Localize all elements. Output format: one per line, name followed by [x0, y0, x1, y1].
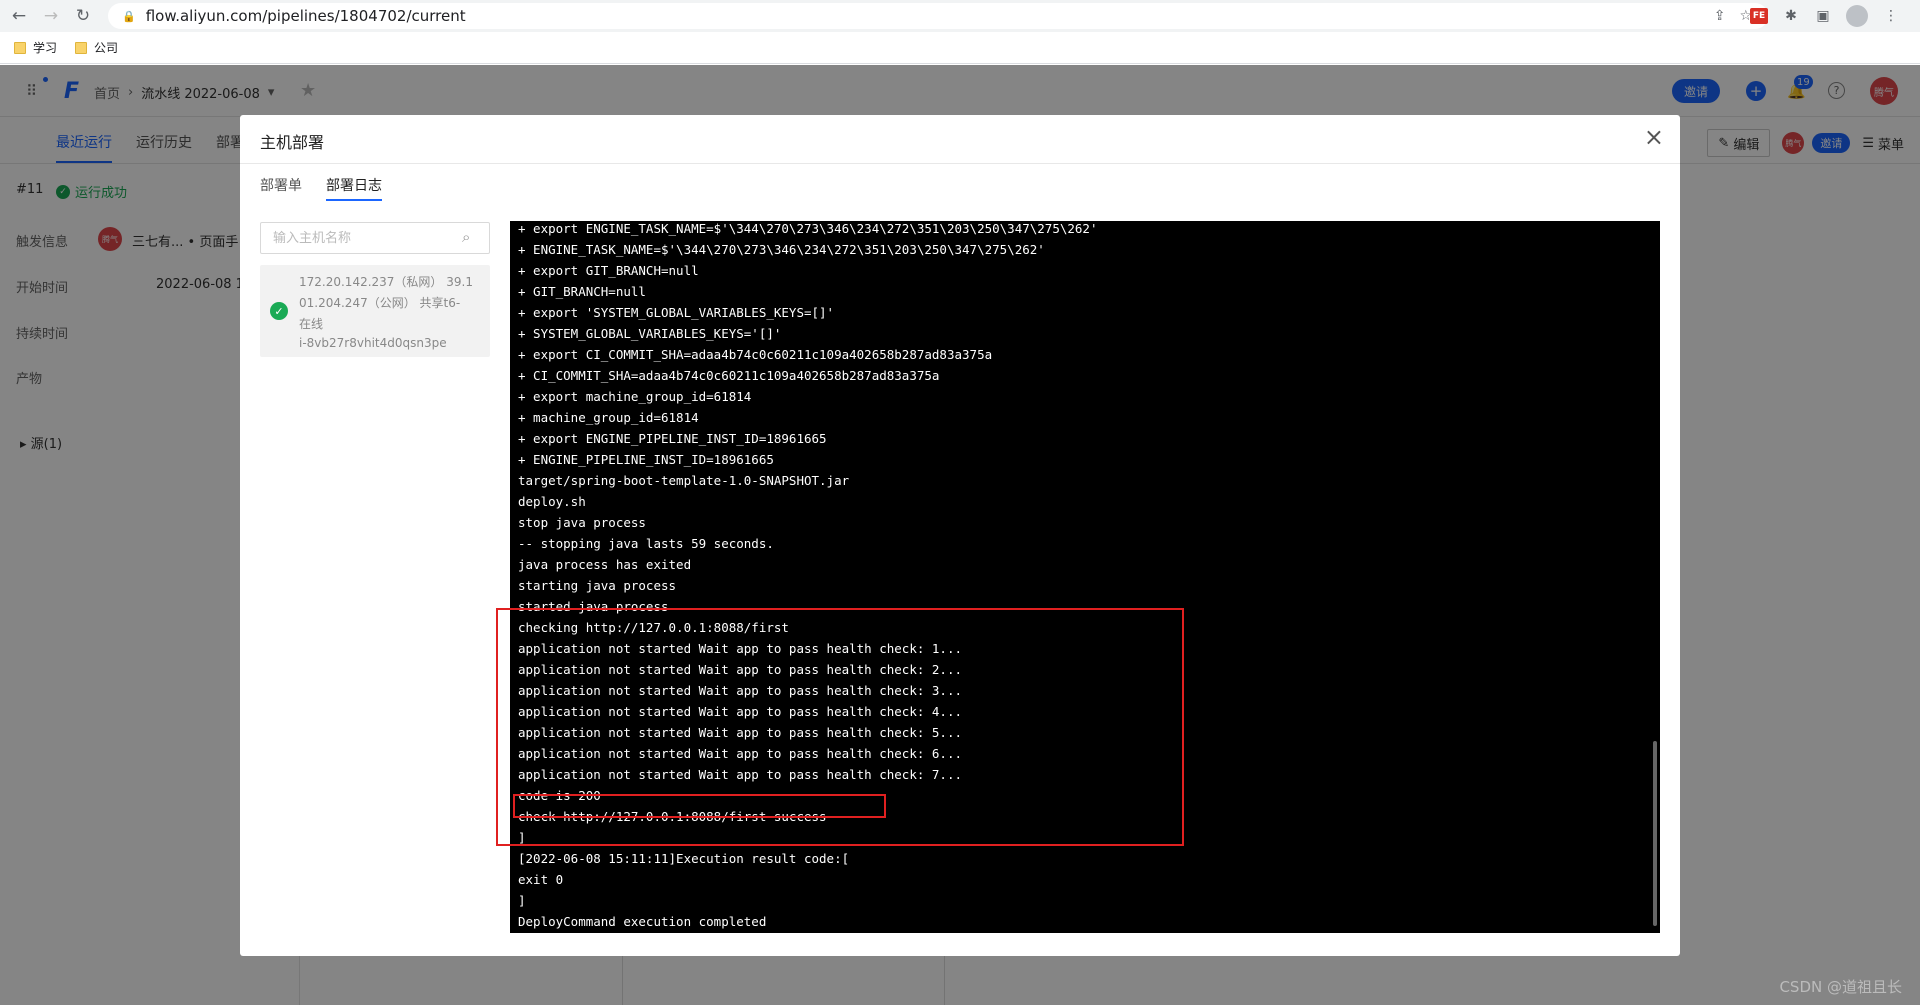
log-line: code is 200	[518, 788, 601, 803]
more-menu-icon[interactable]: ⋮	[1882, 7, 1900, 25]
host-status: 在线	[299, 317, 324, 331]
search-icon[interactable]: ⌕	[462, 228, 470, 246]
log-line: application not started Wait app to pass…	[518, 683, 963, 698]
side-panel-icon[interactable]: ▣	[1814, 7, 1832, 25]
browser-toolbar: ← → ↻ 🔒 flow.aliyun.com/pipelines/180470…	[0, 0, 1920, 32]
log-line: + SYSTEM_GLOBAL_VARIABLES_KEYS='[]'	[518, 326, 782, 341]
log-line: + ENGINE_PIPELINE_INST_ID=18961665	[518, 452, 774, 467]
log-line: application not started Wait app to pass…	[518, 725, 963, 740]
tab-deploy-log[interactable]: 部署日志	[326, 175, 382, 195]
log-line: + ENGINE_TASK_NAME=$'\344\270\273\346\23…	[518, 242, 1045, 257]
folder-icon	[14, 41, 26, 54]
watermark: CSDN @道祖且长	[1779, 978, 1902, 996]
folder-icon	[75, 41, 88, 54]
log-line: exit 0	[518, 872, 564, 887]
url-text[interactable]: flow.aliyun.com/pipelines/1804702/curren…	[146, 7, 466, 25]
host-deploy-modal: 主机部署 × 部署单 部署日志 ⌕ ✓ 172.20.142.237（私网） 3…	[240, 115, 1680, 956]
log-line: + machine_group_id=61814	[518, 410, 699, 425]
log-line: + GIT_BRANCH=null	[518, 284, 646, 299]
bookmark-folder[interactable]: 公司	[75, 39, 118, 56]
address-bar[interactable]: 🔒 flow.aliyun.com/pipelines/1804702/curr…	[108, 3, 1768, 29]
host-ip-line: 172.20.142.237（私网） 39.1	[299, 275, 473, 289]
log-line: application not started Wait app to pass…	[518, 704, 963, 719]
log-line: DeployCommand execution completed	[518, 914, 767, 929]
log-line: + CI_COMMIT_SHA=adaa4b74c0c60211c109a402…	[518, 368, 940, 383]
active-tab-indicator	[326, 199, 382, 201]
deploy-log-terminal[interactable]: + export ENGINE_TASK_NAME=$'\344\270\273…	[510, 221, 1660, 933]
host-search-input[interactable]	[260, 222, 490, 254]
host-ip-line: 01.204.247（公网） 共享t6-	[299, 296, 461, 310]
back-arrow-icon[interactable]: ←	[6, 3, 32, 29]
scrollbar[interactable]	[1653, 741, 1657, 926]
log-line: stop java process	[518, 515, 646, 530]
close-icon[interactable]: ×	[1644, 123, 1664, 151]
log-line: ]	[518, 830, 526, 845]
puzzle-extensions-icon[interactable]: ✱	[1782, 7, 1800, 25]
log-line: ]	[518, 893, 526, 908]
log-line: + export ENGINE_PIPELINE_INST_ID=1896166…	[518, 431, 827, 446]
log-line: [2022-06-08 15:11:11]Execution result co…	[518, 851, 850, 866]
host-item[interactable]: ✓ 172.20.142.237（私网） 39.1 01.204.247（公网）…	[260, 265, 490, 357]
log-line: + export 'SYSTEM_GLOBAL_VARIABLES_KEYS=[…	[518, 305, 835, 320]
log-lines: + export ENGINE_TASK_NAME=$'\344\270\273…	[518, 221, 1097, 932]
lock-icon: 🔒	[122, 9, 136, 23]
tab-deploy-order[interactable]: 部署单	[260, 175, 302, 195]
log-line: application not started Wait app to pass…	[518, 662, 963, 677]
log-line: application not started Wait app to pass…	[518, 641, 963, 656]
log-line: starting java process	[518, 578, 677, 593]
log-line: checking http://127.0.0.1:8088/first	[518, 620, 789, 635]
log-line: started java process	[518, 599, 669, 614]
log-line: -- stopping java lasts 59 seconds.	[518, 536, 774, 551]
profile-avatar[interactable]	[1846, 5, 1868, 27]
log-line: application not started Wait app to pass…	[518, 767, 963, 782]
forward-arrow-icon[interactable]: →	[38, 3, 64, 29]
log-line: + export GIT_BRANCH=null	[518, 263, 699, 278]
log-line: check http://127.0.0.1:8088/first succes…	[518, 809, 827, 824]
log-line: target/spring-boot-template-1.0-SNAPSHOT…	[518, 473, 850, 488]
log-line: deploy.sh	[518, 494, 586, 509]
share-icon[interactable]: ⇪	[1714, 8, 1726, 24]
log-line: + export CI_COMMIT_SHA=adaa4b74c0c60211c…	[518, 347, 993, 362]
log-line: + export ENGINE_TASK_NAME=$'\344\270\273…	[518, 221, 1098, 236]
log-line: java process has exited	[518, 557, 692, 572]
bookmark-folder[interactable]: 学习	[14, 39, 57, 56]
log-line: application not started Wait app to pass…	[518, 746, 963, 761]
bookmarks-bar: 学习 公司	[0, 32, 1920, 64]
host-instance-id: i-8vb27r8vhit4d0qsn3pe	[299, 336, 447, 350]
divider	[240, 163, 1680, 164]
reload-icon[interactable]: ↻	[70, 3, 96, 29]
success-check-icon: ✓	[270, 302, 288, 320]
modal-title: 主机部署	[260, 133, 325, 152]
extension-icon[interactable]: FE	[1750, 8, 1768, 24]
log-line: + export machine_group_id=61814	[518, 389, 752, 404]
